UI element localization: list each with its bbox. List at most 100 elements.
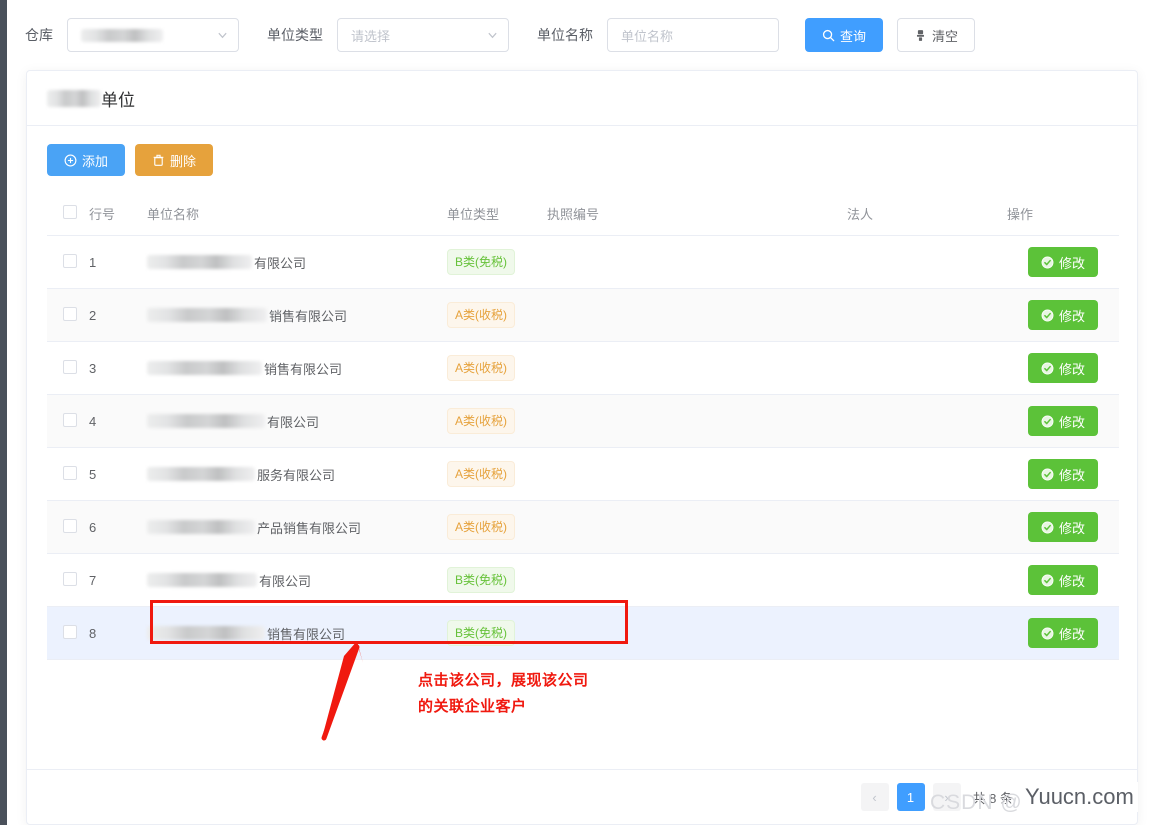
- unit-name-cell[interactable]: 有限公司: [147, 554, 447, 607]
- table-row[interactable]: 7 有限公司 B类(免税) 修改: [47, 554, 1119, 607]
- clear-button-label: 清空: [932, 26, 958, 45]
- unit-type-cell: B类(免税): [447, 554, 547, 607]
- modify-button-label: 修改: [1059, 518, 1085, 537]
- unit-type-tag: B类(免税): [447, 567, 515, 593]
- delete-button-label: 删除: [170, 151, 196, 170]
- unit-type-cell: A类(收税): [447, 448, 547, 501]
- license-no-cell: [547, 342, 847, 395]
- modify-button[interactable]: 修改: [1028, 512, 1098, 542]
- modify-button[interactable]: 修改: [1028, 565, 1098, 595]
- row-number: 6: [89, 501, 147, 554]
- row-select-cell: [47, 395, 89, 448]
- modify-button[interactable]: 修改: [1028, 618, 1098, 648]
- table-row[interactable]: 3销售有限公司A类(收税)修改: [47, 342, 1119, 395]
- row-checkbox[interactable]: [63, 307, 77, 321]
- collapsed-sidebar-strip[interactable]: [0, 0, 7, 825]
- table-row[interactable]: 2销售有限公司A类(收税)修改: [47, 289, 1119, 342]
- unit-type-tag: A类(收税): [447, 461, 515, 487]
- table-row[interactable]: 5 服务有限公司 A类(收税) 修改: [47, 448, 1119, 501]
- table-row[interactable]: 1有限公司B类(免税) 修改: [47, 236, 1119, 289]
- row-select-cell: [47, 448, 89, 501]
- search-button[interactable]: 查询: [805, 18, 883, 52]
- unit-name-cell[interactable]: 有限公司: [147, 236, 447, 289]
- row-select-cell: [47, 236, 89, 289]
- operation-cell: 修改: [1007, 607, 1119, 660]
- license-no-cell: [547, 607, 847, 660]
- unit-name-cell[interactable]: 产品销售有限公司: [147, 501, 447, 554]
- license-no-cell: [547, 448, 847, 501]
- operation-cell: 修改: [1007, 554, 1119, 607]
- unit-name-suffix: 销售有限公司: [269, 306, 347, 325]
- pagination-next[interactable]: ›: [933, 783, 961, 811]
- unit-type-cell: A类(收税): [447, 342, 547, 395]
- operation-cell: 修改: [1007, 448, 1119, 501]
- row-checkbox[interactable]: [63, 360, 77, 374]
- delete-button[interactable]: 删除: [135, 144, 213, 176]
- clear-button[interactable]: 清空: [897, 18, 975, 52]
- unit-name-suffix: 有限公司: [259, 571, 311, 590]
- unit-type-tag: B类(免税): [447, 249, 515, 275]
- unit-name-input[interactable]: 单位名称: [607, 18, 779, 52]
- modify-button-label: 修改: [1059, 306, 1085, 325]
- modify-button[interactable]: 修改: [1028, 300, 1098, 330]
- add-button[interactable]: 添加: [47, 144, 125, 176]
- modify-button-label: 修改: [1059, 253, 1085, 272]
- unit-name-cell[interactable]: 销售有限公司: [147, 342, 447, 395]
- header-license-no: 执照编号: [547, 192, 847, 236]
- unit-name-cell[interactable]: 销售有限公司: [147, 289, 447, 342]
- pagination-page-1[interactable]: 1: [897, 783, 925, 811]
- unit-type-cell: B类(免税): [447, 236, 547, 289]
- unit-name-redacted: [147, 573, 257, 587]
- unit-type-select[interactable]: 请选择: [337, 18, 509, 52]
- modify-button-label: 修改: [1059, 412, 1085, 431]
- row-checkbox[interactable]: [63, 413, 77, 427]
- row-select-cell: [47, 554, 89, 607]
- operation-cell: 修改: [1007, 342, 1119, 395]
- unit-name-cell[interactable]: 服务有限公司: [147, 448, 447, 501]
- unit-type-cell: A类(收税): [447, 501, 547, 554]
- table-row[interactable]: 8销售有限公司B类(免税)修改: [47, 607, 1119, 660]
- row-number: 7: [89, 554, 147, 607]
- filter-toolbar: 仓库 单位类型 请选择 单位名称 单位名称 查询: [7, 0, 1152, 70]
- row-checkbox[interactable]: [63, 519, 77, 533]
- unit-name-cell[interactable]: 销售有限公司: [147, 607, 447, 660]
- row-number: 1: [89, 236, 147, 289]
- title-prefix-redacted: [47, 90, 101, 107]
- check-circle-icon: [1041, 521, 1054, 534]
- pagination-page-size[interactable]: 10条/页: [1025, 783, 1117, 811]
- pagination-prev[interactable]: ‹: [861, 783, 889, 811]
- unit-name-placeholder: 单位名称: [621, 26, 673, 45]
- row-number: 2: [89, 289, 147, 342]
- row-checkbox[interactable]: [63, 625, 77, 639]
- check-circle-icon: [1041, 362, 1054, 375]
- row-checkbox[interactable]: [63, 572, 77, 586]
- trash-icon: [152, 154, 165, 167]
- table-row[interactable]: 6产品销售有限公司A类(收税) 修改: [47, 501, 1119, 554]
- select-all-checkbox[interactable]: [63, 205, 77, 219]
- page-title: 单位: [47, 86, 135, 111]
- modify-button[interactable]: 修改: [1028, 353, 1098, 383]
- warehouse-value-redacted: [81, 29, 163, 42]
- table-header-row: 行号 单位名称 单位类型 执照编号 法人 操作: [47, 192, 1119, 236]
- license-no-cell: [547, 554, 847, 607]
- modify-button[interactable]: 修改: [1028, 406, 1098, 436]
- operation-cell: 修改: [1007, 501, 1119, 554]
- row-number: 5: [89, 448, 147, 501]
- row-select-cell: [47, 289, 89, 342]
- warehouse-select[interactable]: [67, 18, 239, 52]
- unit-name-cell[interactable]: 有限公司: [147, 395, 447, 448]
- row-checkbox[interactable]: [63, 254, 77, 268]
- modify-button[interactable]: 修改: [1028, 459, 1098, 489]
- header-select-all: [47, 192, 89, 236]
- row-select-cell: [47, 607, 89, 660]
- table-head: 行号 单位名称 单位类型 执照编号 法人 操作: [47, 192, 1119, 236]
- row-checkbox[interactable]: [63, 466, 77, 480]
- modify-button-label: 修改: [1059, 624, 1085, 643]
- table-row[interactable]: 4有限公司A类(收税)修改: [47, 395, 1119, 448]
- modify-button[interactable]: 修改: [1028, 247, 1098, 277]
- unit-list-card: 单位 添加: [26, 70, 1138, 825]
- unit-name-suffix: 服务有限公司: [257, 465, 335, 484]
- search-icon: [822, 29, 835, 42]
- table-body: 1有限公司B类(免税)修改2销售有限公司A类(收税)修改3销售有限公司A类(收税…: [47, 236, 1119, 660]
- header-unit-type: 单位类型: [447, 192, 547, 236]
